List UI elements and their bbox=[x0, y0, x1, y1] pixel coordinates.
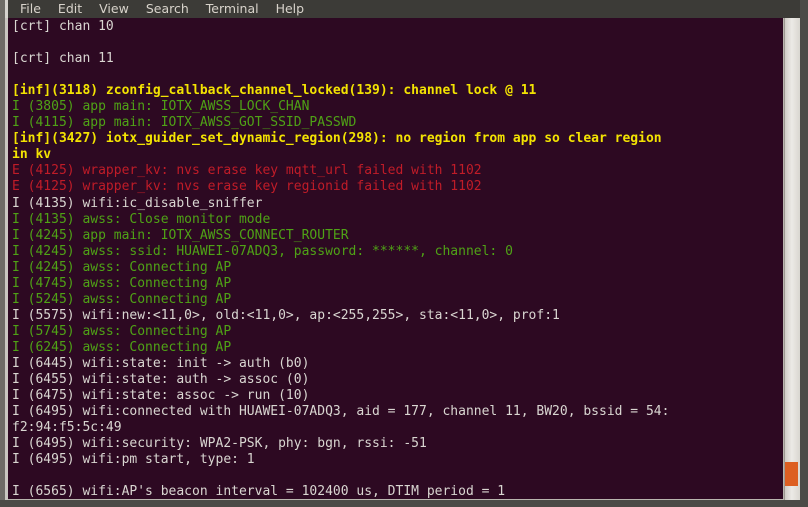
terminal-line: I (6495) wifi:pm start, type: 1 bbox=[12, 452, 255, 468]
terminal-line: [inf](3118) zconfig_callback_channel_loc… bbox=[12, 83, 537, 99]
menu-item-search[interactable]: Search bbox=[146, 0, 189, 18]
terminal-window: File Edit View Search Terminal Help [crt… bbox=[0, 0, 800, 500]
terminal-line: I (4245) app main: IOTX_AWSS_CONNECT_ROU… bbox=[12, 227, 349, 243]
menu-item-view[interactable]: View bbox=[99, 0, 129, 18]
terminal-line: I (5745) awss: Connecting AP bbox=[12, 323, 232, 339]
terminal-line: I (6495) wifi:security: WPA2-PSK, phy: b… bbox=[12, 436, 427, 452]
terminal-line: f2:94:f5:5c:49 bbox=[12, 420, 122, 436]
terminal-line: I (4745) awss: Connecting AP bbox=[12, 275, 232, 291]
menu-bar: File Edit View Search Terminal Help bbox=[8, 0, 800, 18]
terminal-line: I (5245) awss: Connecting AP bbox=[12, 291, 232, 307]
terminal-line: [crt] chan 11 bbox=[12, 51, 114, 67]
desktop-bottom-edge bbox=[0, 500, 808, 507]
screen: File Edit View Search Terminal Help [crt… bbox=[0, 0, 808, 507]
terminal-scrollbar-thumb[interactable] bbox=[785, 462, 798, 486]
terminal-line: I (6565) wifi:AP's beacon interval = 102… bbox=[12, 484, 506, 499]
terminal-line: E (4125) wrapper_kv: nvs erase key regio… bbox=[12, 179, 482, 195]
terminal-line: I (5575) wifi:new:<11,0>, old:<11,0>, ap… bbox=[12, 307, 560, 323]
menu-item-help[interactable]: Help bbox=[276, 0, 305, 18]
terminal-line: I (4135) awss: Close monitor mode bbox=[12, 211, 271, 227]
terminal-scrollbar[interactable] bbox=[784, 18, 800, 500]
terminal-line: I (6455) wifi:state: auth -> assoc (0) bbox=[12, 372, 310, 388]
terminal-line: I (4245) awss: Connecting AP bbox=[12, 259, 232, 275]
terminal-line-list: [crt] chan 10 [crt] chan 11 [inf](3118) zc… bbox=[12, 19, 783, 499]
terminal-output[interactable]: [crt] chan 10 [crt] chan 11 [inf](3118) zc… bbox=[8, 18, 783, 499]
terminal-line: in kv bbox=[12, 147, 52, 163]
terminal-line: I (6445) wifi:state: init -> auth (b0) bbox=[12, 355, 310, 371]
terminal-line: I (6245) awss: Connecting AP bbox=[12, 339, 232, 355]
terminal-line: [inf](3427) iotx_guider_set_dynamic_regi… bbox=[12, 131, 662, 147]
terminal-line: I (3805) app main: IOTX_AWSS_LOCK_CHAN bbox=[12, 99, 310, 115]
menu-item-edit[interactable]: Edit bbox=[58, 0, 82, 18]
menu-item-terminal[interactable]: Terminal bbox=[206, 0, 259, 18]
menu-item-file[interactable]: File bbox=[20, 0, 41, 18]
terminal-line: I (6475) wifi:state: assoc -> run (10) bbox=[12, 388, 310, 404]
terminal-line: I (4245) awss: ssid: HUAWEI-07ADQ3, pass… bbox=[12, 243, 513, 259]
terminal-line: [crt] chan 10 bbox=[12, 19, 114, 34]
terminal-line: I (6495) wifi:connected with HUAWEI-07AD… bbox=[12, 404, 670, 420]
terminal-line: I (4115) app main: IOTX_AWSS_GOT_SSID_PA… bbox=[12, 115, 357, 131]
terminal-line: I (4135) wifi:ic_disable_sniffer bbox=[12, 195, 263, 211]
desktop-right-edge bbox=[800, 0, 808, 507]
terminal-line: E (4125) wrapper_kv: nvs erase key mqtt_… bbox=[12, 163, 482, 179]
